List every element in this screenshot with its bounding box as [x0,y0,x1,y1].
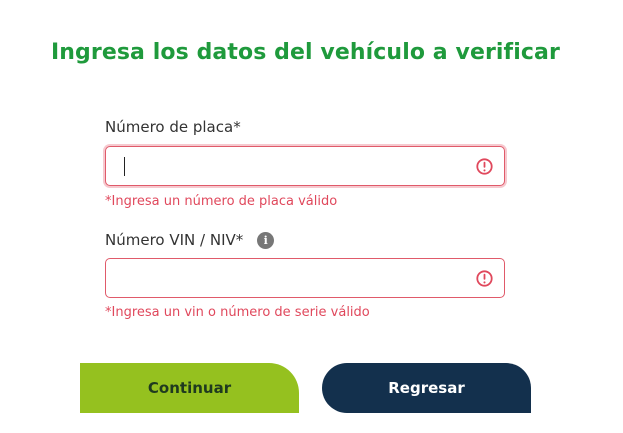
plate-field[interactable] [105,146,505,186]
vin-error-message: *Ingresa un vin o número de serie válido [105,305,370,320]
alert-circle-icon [476,158,493,175]
plate-input[interactable] [121,153,461,179]
vin-field[interactable] [105,258,505,298]
vin-input[interactable] [121,265,461,291]
vin-label-text: Número VIN / NIV* [105,231,244,249]
vin-label: Número VIN / NIV* i [105,231,275,249]
page-title: Ingresa los datos del vehículo a verific… [51,40,560,65]
info-icon[interactable]: i [257,231,275,249]
continue-button[interactable]: Continuar [80,363,299,413]
plate-label: Número de placa* [105,118,241,136]
alert-circle-icon [476,270,493,287]
back-button[interactable]: Regresar [322,363,531,413]
plate-label-text: Número de placa* [105,118,241,136]
text-caret [124,157,125,176]
plate-error-message: *Ingresa un número de placa válido [105,194,338,209]
